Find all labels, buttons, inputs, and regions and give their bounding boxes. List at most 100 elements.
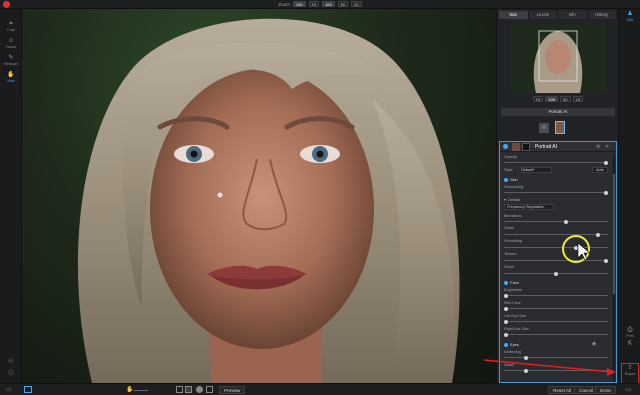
tool-crop[interactable]: ⌗ Crop [0, 21, 22, 32]
right-tabs: Nav Levels Info History [499, 11, 617, 19]
export-module-button[interactable]: ⇪ Export [619, 365, 640, 376]
add-face-icon[interactable]: ⚇ [539, 122, 549, 133]
print-label: Print [626, 334, 634, 338]
eyes-section[interactable]: Eyes [504, 342, 519, 347]
nav-zoom-25[interactable]: 25 [572, 96, 584, 102]
panel-scrollbar[interactable] [613, 154, 615, 382]
shine-label: Shine [504, 265, 514, 269]
opacity-label: Opacity [504, 155, 517, 159]
edit-label: Edit [626, 18, 634, 22]
whitening-label: Whitening [504, 350, 521, 354]
face-section[interactable]: Face [504, 280, 519, 285]
compare-icon[interactable] [185, 386, 192, 393]
method-select[interactable]: Frequency Separation [504, 204, 554, 210]
zoom-100-button[interactable]: 100 [322, 1, 335, 7]
texture-knob[interactable] [604, 258, 608, 263]
tab-nav[interactable]: Nav [499, 11, 529, 19]
single-view-icon[interactable] [24, 386, 32, 393]
tool-crop-label: Crop [7, 28, 15, 32]
right-eye-size-slider[interactable] [504, 332, 608, 337]
print-icon: ⎙ [627, 327, 633, 333]
smoothing-label: Smoothing [504, 239, 523, 243]
right-eye-size-knob[interactable] [504, 332, 508, 337]
reset-all-button[interactable]: Reset All [548, 386, 577, 394]
edit-module-button[interactable]: ♟ Edit [619, 11, 640, 22]
panel-scrollbar-thumb[interactable] [613, 174, 615, 294]
zoom-fit-button[interactable]: Fit [308, 1, 320, 7]
tool-faces[interactable]: ☺ Faces [0, 38, 22, 49]
texture-slider[interactable] [504, 258, 608, 263]
zoom-25-button[interactable]: 25 [351, 1, 362, 7]
hand-icon[interactable]: ✋ [126, 386, 133, 393]
panel-toggle-icon[interactable]: ▭ [6, 386, 12, 393]
detail-slider[interactable] [504, 232, 608, 237]
details-section[interactable]: ▾ Details [504, 197, 520, 202]
blemishes-knob[interactable] [564, 219, 568, 224]
retouching-slider[interactable] [504, 190, 608, 195]
tab-history[interactable]: History [587, 11, 617, 19]
layer-thumbnail [512, 143, 520, 151]
settings-icon[interactable]: ⚙ [596, 144, 600, 150]
left-eye-size-knob[interactable] [504, 319, 508, 324]
detail-knob[interactable] [596, 232, 600, 237]
face-selector: ⚇ [539, 121, 565, 134]
eye-icon[interactable]: ◉ [592, 341, 596, 347]
style-select[interactable]: Default* [518, 167, 552, 173]
shine-slider[interactable] [504, 271, 608, 276]
portrait-ai-button[interactable]: Portrait AI [501, 108, 615, 116]
skin-section[interactable]: Skin [504, 177, 518, 182]
shine-knob[interactable] [554, 271, 558, 276]
preview-button[interactable]: Preview [219, 386, 246, 394]
opacity-slider[interactable] [504, 160, 608, 165]
cursor-highlight-ring [562, 235, 590, 263]
close-icon[interactable]: ✕ [605, 144, 609, 150]
nav-zoom-fit[interactable]: Fit [533, 96, 544, 102]
skin-toggle-icon[interactable] [504, 177, 508, 182]
split-icon[interactable] [206, 386, 213, 393]
share-icon-button[interactable]: ⇱ [619, 341, 640, 348]
brush-size-slider[interactable] [134, 390, 148, 391]
tool-view[interactable]: ✋ View [0, 72, 22, 83]
app-window: Zoom 100 Fit 100 50 25 ⌗ Crop ☺ Faces ✎ … [0, 0, 640, 395]
brightness-knob[interactable] [504, 293, 508, 298]
whitening-knob[interactable] [524, 355, 528, 360]
color-icon[interactable] [196, 386, 203, 393]
nav-zoom-100[interactable]: 100 [545, 96, 559, 102]
opacity-knob[interactable] [604, 160, 608, 165]
smoothing-slider[interactable] [504, 245, 608, 250]
brightness-slider[interactable] [504, 293, 608, 298]
panel-collapse-icon[interactable]: ▭ [626, 386, 632, 393]
face-thumbnail[interactable] [555, 121, 565, 134]
eyes-detail-slider[interactable] [504, 368, 608, 373]
slim-face-slider[interactable] [504, 306, 608, 311]
tool-retouch[interactable]: ✎ Retouch [0, 55, 22, 66]
slim-face-knob[interactable] [504, 306, 508, 311]
photo-canvas[interactable] [22, 9, 496, 383]
whitening-slider[interactable] [504, 355, 608, 360]
mask-view-icon[interactable] [176, 386, 183, 393]
done-button[interactable]: Done [595, 386, 616, 394]
details-chevron-icon: ▾ [504, 197, 507, 202]
face-toggle-icon[interactable] [504, 280, 508, 285]
tab-levels[interactable]: Levels [528, 11, 558, 19]
blemishes-label: Blemishes [504, 214, 522, 218]
auto-button[interactable]: Auto [592, 167, 608, 173]
zoom-value-select[interactable]: 100 [292, 1, 306, 7]
retouching-knob[interactable] [604, 190, 608, 195]
right-panel: Nav Levels Info History Fit 100 50 25 Po… [496, 9, 618, 383]
left-eye-size-slider[interactable] [504, 319, 608, 324]
edit-icon: ♟ [627, 11, 633, 17]
right-strip: ♟ Edit ⎙ Print ⇱ ⇪ Export [618, 9, 640, 391]
eyes-toggle-icon[interactable] [504, 342, 508, 347]
visibility-icon[interactable] [503, 144, 508, 149]
print-module-button[interactable]: ⎙ Print [619, 327, 640, 338]
navigator-thumbnail[interactable] [511, 23, 605, 93]
zoom-label: Zoom [278, 1, 290, 7]
zoom-50-button[interactable]: 50 [337, 1, 349, 7]
nav-zoom-50[interactable]: 50 [560, 96, 571, 102]
info-icon-button[interactable]: ⓘ [0, 371, 22, 378]
people-icon-button[interactable]: ⚇ [0, 359, 22, 366]
tab-info[interactable]: Info [558, 11, 588, 19]
blemishes-slider[interactable] [504, 219, 608, 224]
eyes-detail-knob[interactable] [524, 368, 528, 373]
